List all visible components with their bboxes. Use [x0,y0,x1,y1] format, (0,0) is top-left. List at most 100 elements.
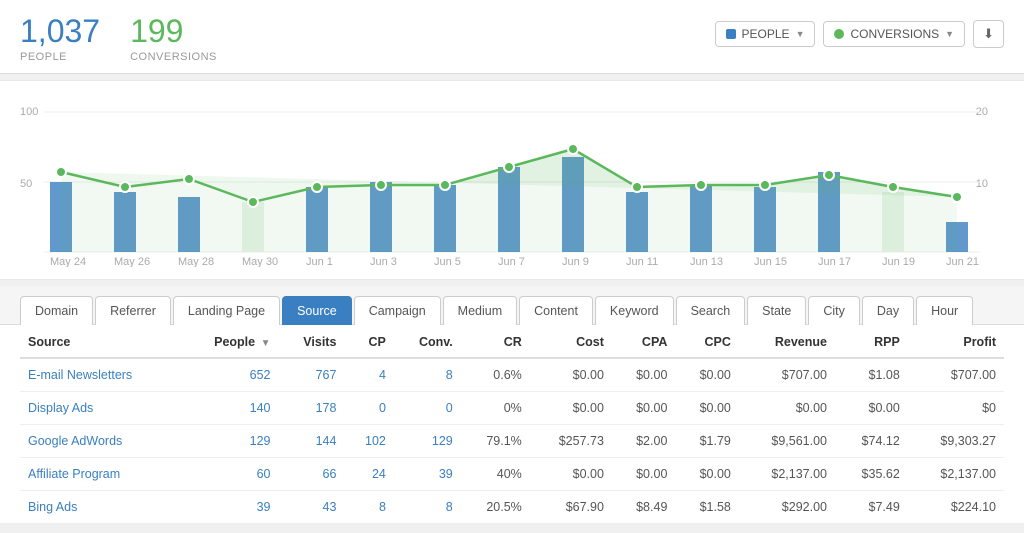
conversions-stat: 199 CONVERSIONS [130,14,217,63]
cost-cell: $0.00 [530,458,612,491]
revenue-cell: $292.00 [739,491,835,524]
cr-cell: 79.1% [461,425,530,458]
svg-text:Jun 9: Jun 9 [562,256,589,267]
cost-cell: $0.00 [530,358,612,392]
cp-cell: 4 [344,358,393,392]
table-header-row: Source People ▼ Visits CP Conv. CR Cost … [20,325,1004,358]
chart-wrap: 100 50 20 10 [20,97,1004,267]
svg-text:Jun 11: Jun 11 [626,256,658,267]
source-cell[interactable]: E-mail Newsletters [20,358,181,392]
source-cell[interactable]: Bing Ads [20,491,181,524]
conv-cell: 0 [394,392,461,425]
profit-cell: $9,303.27 [908,425,1004,458]
cpc-cell: $1.58 [675,491,738,524]
conversions-label: CONVERSIONS [130,51,217,63]
col-cost[interactable]: Cost [530,325,612,358]
people-cell: 652 [181,358,278,392]
data-table: Source People ▼ Visits CP Conv. CR Cost … [20,325,1004,523]
col-source[interactable]: Source [20,325,181,358]
cost-cell: $67.90 [530,491,612,524]
table-container: Source People ▼ Visits CP Conv. CR Cost … [0,325,1024,523]
tabs-row: Domain Referrer Landing Page Source Camp… [0,286,1024,325]
tab-state[interactable]: State [747,296,806,325]
visits-cell: 767 [278,358,344,392]
tab-campaign[interactable]: Campaign [354,296,441,325]
conv-cell: 39 [394,458,461,491]
svg-text:50: 50 [20,178,32,190]
conversions-caret-icon: ▼ [945,29,954,39]
col-cr[interactable]: CR [461,325,530,358]
tab-content[interactable]: Content [519,296,593,325]
tab-source[interactable]: Source [282,296,352,325]
source-cell[interactable]: Affiliate Program [20,458,181,491]
col-cpc[interactable]: CPC [675,325,738,358]
col-profit[interactable]: Profit [908,325,1004,358]
cp-cell: 24 [344,458,393,491]
people-count: 1,037 [20,14,100,49]
rpp-cell: $35.62 [835,458,908,491]
col-cpa[interactable]: CPA [612,325,675,358]
col-revenue[interactable]: Revenue [739,325,835,358]
table-row: Google AdWords 129 144 102 129 79.1% $25… [20,425,1004,458]
conversions-dropdown[interactable]: CONVERSIONS ▼ [823,21,965,47]
tab-search[interactable]: Search [676,296,746,325]
people-dropdown[interactable]: PEOPLE ▼ [715,21,816,47]
table-row: Bing Ads 39 43 8 8 20.5% $67.90 $8.49 $1… [20,491,1004,524]
people-icon [726,29,736,39]
tab-keyword[interactable]: Keyword [595,296,674,325]
stats-bar: 1,037 PEOPLE 199 CONVERSIONS PEOPLE ▼ CO… [0,0,1024,74]
rpp-cell: $7.49 [835,491,908,524]
table-row: Display Ads 140 178 0 0 0% $0.00 $0.00 $… [20,392,1004,425]
visits-cell: 144 [278,425,344,458]
tab-medium[interactable]: Medium [443,296,517,325]
svg-text:Jun 21: Jun 21 [946,256,979,267]
tab-hour[interactable]: Hour [916,296,973,325]
download-button[interactable]: ⬇ [973,20,1004,48]
people-cell: 140 [181,392,278,425]
tab-landing-page[interactable]: Landing Page [173,296,280,325]
tab-referrer[interactable]: Referrer [95,296,171,325]
people-cell: 60 [181,458,278,491]
col-people[interactable]: People ▼ [181,325,278,358]
people-cell: 129 [181,425,278,458]
col-cp[interactable]: CP [344,325,393,358]
chart-container: 100 50 20 10 [0,80,1024,280]
svg-text:100: 100 [20,106,38,118]
col-conv[interactable]: Conv. [394,325,461,358]
table-row: E-mail Newsletters 652 767 4 8 0.6% $0.0… [20,358,1004,392]
conv-cell: 8 [394,491,461,524]
svg-text:Jun 13: Jun 13 [690,256,723,267]
svg-text:May 30: May 30 [242,256,278,267]
rpp-cell: $0.00 [835,392,908,425]
rpp-cell: $74.12 [835,425,908,458]
profit-cell: $224.10 [908,491,1004,524]
source-cell[interactable]: Google AdWords [20,425,181,458]
svg-text:May 26: May 26 [114,256,150,267]
conversions-count: 199 [130,14,217,49]
cr-cell: 40% [461,458,530,491]
visits-cell: 43 [278,491,344,524]
col-visits[interactable]: Visits [278,325,344,358]
svg-text:10: 10 [976,178,988,190]
svg-text:Jun 19: Jun 19 [882,256,915,267]
revenue-cell: $2,137.00 [739,458,835,491]
col-rpp[interactable]: RPP [835,325,908,358]
profit-cell: $0 [908,392,1004,425]
cpc-cell: $0.00 [675,358,738,392]
cr-cell: 0% [461,392,530,425]
svg-text:May 28: May 28 [178,256,214,267]
conv-cell: 129 [394,425,461,458]
cpa-cell: $0.00 [612,392,675,425]
cr-cell: 0.6% [461,358,530,392]
cost-cell: $0.00 [530,392,612,425]
tab-domain[interactable]: Domain [20,296,93,325]
tab-day[interactable]: Day [862,296,914,325]
source-cell[interactable]: Display Ads [20,392,181,425]
cp-cell: 0 [344,392,393,425]
svg-text:Jun 7: Jun 7 [498,256,525,267]
profit-cell: $2,137.00 [908,458,1004,491]
conversions-icon [834,29,844,39]
tab-city[interactable]: City [808,296,860,325]
revenue-cell: $707.00 [739,358,835,392]
cp-cell: 8 [344,491,393,524]
